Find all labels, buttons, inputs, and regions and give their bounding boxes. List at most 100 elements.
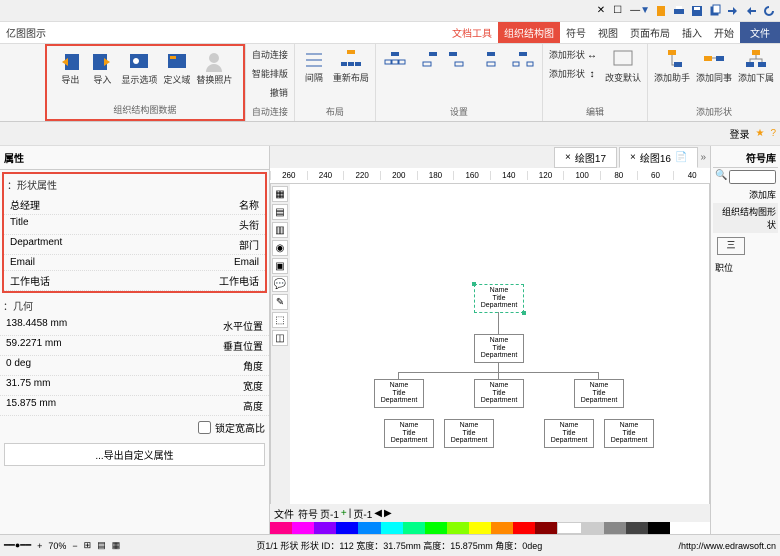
page-tabs: 页-1 + | 页-1 ◀ ▶ 符号 文件 <box>270 504 710 522</box>
tool-icon[interactable]: ◉ <box>272 240 288 256</box>
help-icon[interactable]: ? <box>770 128 776 139</box>
org-node[interactable]: NameTitleDepartment <box>374 379 424 408</box>
tab-doctools[interactable]: 文档工具 <box>446 22 498 43</box>
org-node[interactable]: NameTitleDepartment <box>474 379 524 408</box>
doc-tab-1[interactable]: 📄绘图16× <box>619 147 698 168</box>
star-icon[interactable]: ★ <box>755 128 764 139</box>
close-icon[interactable]: ✕ <box>597 5 605 16</box>
refresh-icon[interactable] <box>762 4 776 18</box>
login-link[interactable]: 登录 <box>729 126 749 141</box>
minimize-icon[interactable]: — <box>630 5 640 16</box>
section-title[interactable]: 组织结构图形状 <box>713 203 778 233</box>
tab-view[interactable]: 视图 <box>592 22 624 43</box>
add-lib-link[interactable]: 添加库 <box>713 186 778 203</box>
prop-row[interactable]: 角度0 deg <box>0 356 269 376</box>
add-assist-button[interactable]: 添加助手 <box>652 46 692 86</box>
add-peer-button[interactable]: 添加同事 <box>694 46 734 86</box>
prop-row[interactable]: 名称总经理 <box>4 195 265 215</box>
view-icon[interactable]: ▦ <box>112 540 121 551</box>
view-icon[interactable]: ▤ <box>97 540 106 551</box>
redo-icon[interactable] <box>726 4 740 18</box>
export-custom-button[interactable]: 导出自定义属性... <box>4 443 265 466</box>
s2[interactable] <box>476 46 506 74</box>
page-tab[interactable]: 页-1 <box>353 506 372 521</box>
add-page-icon[interactable]: + <box>341 508 347 519</box>
tab-insert[interactable]: 插入 <box>676 22 708 43</box>
tab-orgchart[interactable]: 组织结构图 <box>498 22 560 43</box>
org-node[interactable]: NameTitleDepartment <box>574 379 624 408</box>
lock-ratio-checkbox[interactable]: 锁定宽高比 <box>0 416 269 439</box>
tool-icon[interactable]: ◫ <box>272 330 288 346</box>
statusbar: http://www.edrawsoft.cn/ 页1/1 形状 形状 ID：1… <box>0 534 780 556</box>
doc-tab-2[interactable]: 绘图17× <box>554 147 617 168</box>
move-btn2[interactable]: ↕添加形状 <box>547 65 601 83</box>
tool-icon[interactable]: ▥ <box>272 222 288 238</box>
org-node[interactable]: NameTitleDepartment <box>444 419 494 448</box>
tab-start[interactable]: 开始 <box>708 22 740 43</box>
bottom-tab[interactable]: 文件 <box>274 506 294 521</box>
doc-icon[interactable] <box>654 4 668 18</box>
dropdown-icon[interactable]: ▼ <box>640 5 650 16</box>
prop-row[interactable]: 垂直位置59.2271 mm <box>0 336 269 356</box>
s5[interactable] <box>380 46 410 74</box>
display-button[interactable]: 显示选项 <box>119 48 159 88</box>
prop-row[interactable]: 部门Department <box>4 235 265 255</box>
tool-icon[interactable]: ▣ <box>272 258 288 274</box>
replace-photo-button[interactable]: 替换照片 <box>194 48 234 88</box>
tab-nav-icon[interactable]: « <box>700 152 706 163</box>
s3[interactable] <box>444 46 474 74</box>
color-palette[interactable] <box>270 522 670 534</box>
search-icon[interactable]: 🔍 <box>715 170 727 184</box>
symbol-search-input[interactable] <box>729 170 776 184</box>
zoom-out-icon[interactable]: − <box>72 541 77 551</box>
save-icon[interactable] <box>690 4 704 18</box>
tab-symbol[interactable]: 符号 <box>560 22 592 43</box>
org-node[interactable]: NameTitleDepartment <box>474 334 524 363</box>
prop-row[interactable]: 水平位置138.4458 mm <box>0 316 269 336</box>
tool-icon[interactable]: 💬 <box>272 276 288 292</box>
file-menu[interactable]: 文件 <box>740 22 780 43</box>
zoom-in-icon[interactable]: + <box>37 541 42 551</box>
bottom-tab[interactable]: 符号 <box>298 506 318 521</box>
relayout-button[interactable]: 重新布局 <box>331 46 371 86</box>
page-tab[interactable]: 页-1 <box>320 506 339 521</box>
close-tab-icon[interactable]: × <box>565 152 571 163</box>
define-button[interactable]: 定义域 <box>161 48 192 88</box>
s1[interactable] <box>508 46 538 74</box>
tool-icon[interactable]: ▤ <box>272 204 288 220</box>
tool-icon[interactable]: ⬚ <box>272 312 288 328</box>
org-node[interactable]: NameTitleDepartment <box>604 419 654 448</box>
nochange-button[interactable]: 改变默认 <box>603 46 643 86</box>
canvas[interactable]: NameTitleDepartment NameTitleDepartment … <box>290 184 694 504</box>
prop-row[interactable]: 头衔Title <box>4 215 265 235</box>
export-button[interactable]: 导出 <box>55 48 85 88</box>
view-icon[interactable]: ⊞ <box>84 540 92 551</box>
org-node[interactable]: NameTitleDepartment <box>544 419 594 448</box>
nav-icon[interactable]: ◀ <box>374 508 382 519</box>
prop-row[interactable]: 宽度31.75 mm <box>0 376 269 396</box>
copy-icon[interactable] <box>708 4 722 18</box>
tab-layout[interactable]: 页面布局 <box>624 22 676 43</box>
close-tab-icon[interactable]: × <box>630 152 636 163</box>
maximize-icon[interactable]: ☐ <box>613 5 622 16</box>
zoom-slider[interactable]: ━━●━━ <box>4 540 31 551</box>
shape-thumb[interactable]: 三 <box>717 237 745 255</box>
import-button[interactable]: 导入 <box>87 48 117 88</box>
tool-icon[interactable]: ▦ <box>272 186 288 202</box>
s4[interactable] <box>412 46 442 74</box>
tool-icon[interactable]: ✎ <box>272 294 288 310</box>
ac2[interactable]: 智能排版 <box>250 65 290 83</box>
ac3[interactable]: 撤销 <box>250 84 290 102</box>
ac1[interactable]: 自动连接 <box>250 46 290 64</box>
nav-icon[interactable]: ▶ <box>384 508 392 519</box>
prop-row[interactable]: 高度15.875 mm <box>0 396 269 416</box>
add-sub-button[interactable]: 添加下属 <box>736 46 776 86</box>
move-btn[interactable]: ↔添加形状 <box>547 46 601 64</box>
print-icon[interactable] <box>672 4 686 18</box>
org-node[interactable]: NameTitleDepartment <box>384 419 434 448</box>
org-node-root[interactable]: NameTitleDepartment <box>474 284 524 313</box>
undo-icon[interactable] <box>744 4 758 18</box>
interval-button[interactable]: 间隔 <box>299 46 329 86</box>
prop-row[interactable]: 工作电话工作电话 <box>4 271 265 291</box>
prop-row[interactable]: EmailEmail <box>4 255 265 271</box>
